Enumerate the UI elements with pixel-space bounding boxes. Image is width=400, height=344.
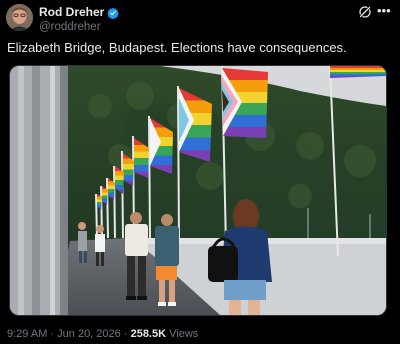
post-meta: 9:29 AM · Jun 20, 2026 · 258.5K Views: [7, 328, 198, 340]
more-options-icon[interactable]: •••: [377, 3, 391, 18]
verified-badge-icon[interactable]: [107, 6, 120, 19]
views-count: 258.5K: [130, 328, 167, 340]
author-block: Rod Dreher @roddreher: [39, 4, 120, 33]
grok-icon[interactable]: [358, 5, 372, 19]
author-handle[interactable]: @roddreher: [39, 21, 119, 33]
post-time[interactable]: 9:29 AM: [7, 328, 47, 340]
avatar[interactable]: [6, 4, 33, 31]
post-text: Elizabeth Bridge, Budapest. Elections ha…: [7, 40, 347, 55]
author-name[interactable]: Rod Dreher: [39, 5, 104, 19]
meta-separator: ·: [50, 328, 55, 340]
post-photo[interactable]: [9, 65, 387, 316]
views-label: Views: [169, 328, 199, 340]
author-name-row: Rod Dreher: [39, 4, 120, 19]
meta-separator-2: ·: [123, 328, 128, 340]
post-date[interactable]: Jun 20, 2026: [57, 328, 121, 340]
